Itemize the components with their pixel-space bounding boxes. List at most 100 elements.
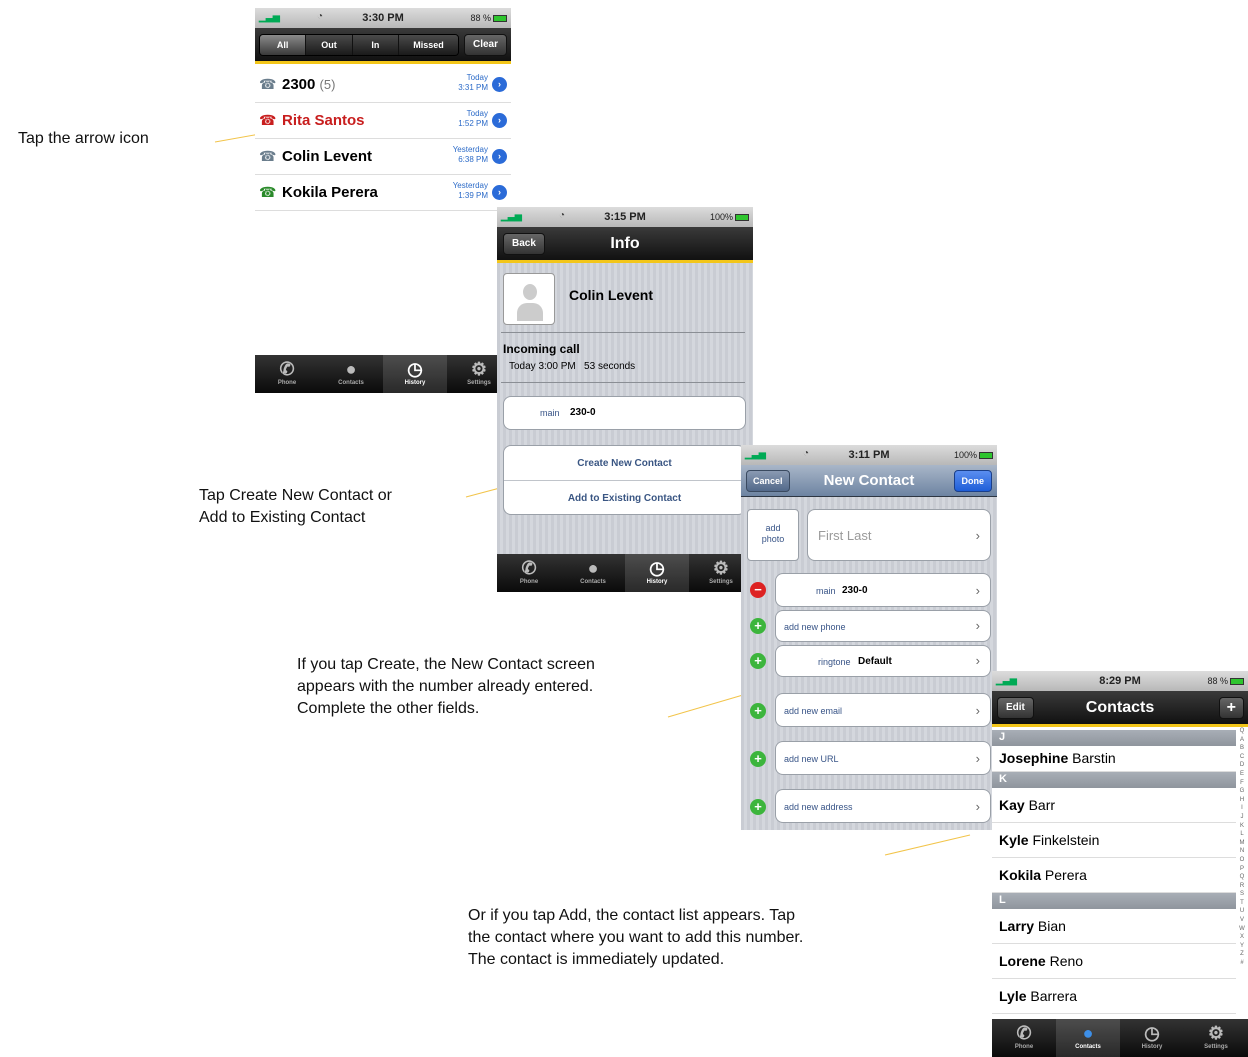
segment-missed[interactable]: Missed [399,35,458,55]
info-navbar: Back Info [497,227,753,263]
index-letter[interactable]: I [1237,804,1247,813]
call-time: Today 3:31 PM [458,73,488,93]
detail-arrow-icon[interactable]: › [492,113,507,128]
phone-icon: ✆ [521,558,537,578]
add-phone-icon[interactable]: + [750,618,766,634]
tab-contacts[interactable]: ● Contacts [319,355,383,393]
done-button[interactable]: Done [953,470,992,492]
alphabet-index[interactable]: Q A B C D E F G H I J K L M N O P Q R S T U V W X Y Z # [1237,727,1247,968]
phone-card[interactable]: main 230-0 [503,396,746,430]
tab-history[interactable]: ◷ History [383,355,447,393]
add-address-label: add new address [784,802,853,812]
index-letter[interactable]: Q [1237,873,1247,882]
add-email-icon[interactable]: + [750,703,766,719]
add-url-field[interactable]: add new URL › [775,741,991,775]
tab-history[interactable]: ◷ History [625,554,689,592]
index-letter[interactable]: R [1237,882,1247,891]
add-url-icon[interactable]: + [750,751,766,767]
segment-all[interactable]: All [260,35,307,55]
index-letter[interactable]: G [1237,787,1247,796]
add-address-field[interactable]: add new address › [775,789,991,823]
index-letter[interactable]: E [1237,770,1247,779]
index-letter[interactable]: # [1237,959,1247,968]
call-row[interactable]: ☎ Colin Levent Yesterday 6:38 PM › [255,139,511,175]
battery-icon [735,213,749,221]
gear-icon: ⚙ [1207,1023,1225,1043]
index-letter[interactable]: P [1237,865,1247,874]
contact-row[interactable]: Larry Bian [992,909,1236,944]
tab-phone[interactable]: ✆ Phone [255,355,319,393]
call-detail: Today 3:00 PM 53 seconds [509,361,636,372]
index-letter[interactable]: D [1237,761,1247,770]
ringtone-field[interactable]: ringtone Default › [775,645,991,677]
index-letter[interactable]: U [1237,907,1247,916]
call-clock: 3:31 PM [458,83,488,92]
clear-button[interactable]: Clear [463,34,507,56]
contact-first-name: Josephine [999,750,1069,766]
add-email-field[interactable]: add new email › [775,693,991,727]
add-phone-field[interactable]: add new phone › [775,610,991,642]
name-field[interactable]: First Last › [807,509,991,561]
index-letter[interactable]: C [1237,753,1247,762]
phone-field[interactable]: main 230-0 › [775,573,991,607]
index-letter[interactable]: A [1237,736,1247,745]
contact-row[interactable]: Kyle Finkelstein [992,823,1236,858]
contact-row[interactable]: Lorene Reno [992,944,1236,979]
index-letter[interactable]: S [1237,890,1247,899]
index-letter[interactable]: J [1237,813,1247,822]
create-new-contact-button[interactable]: Create New Contact [504,446,745,481]
battery-indicator: 100% [954,450,993,460]
call-count: (5) [319,77,336,92]
add-to-existing-contact-button[interactable]: Add to Existing Contact [504,481,745,516]
add-contact-button[interactable]: + [1218,697,1244,719]
index-letter[interactable]: H [1237,796,1247,805]
call-row[interactable]: ☎ 2300 (5) Today 3:31 PM › [255,67,511,103]
index-letter[interactable]: L [1237,830,1247,839]
contact-row[interactable]: Josephine Barstin [992,746,1236,772]
index-letter[interactable]: Y [1237,942,1247,951]
contact-row[interactable]: Lyle Barrera [992,979,1236,1014]
detail-arrow-icon[interactable]: › [492,77,507,92]
phone-value: 230-0 [842,585,868,596]
index-letter[interactable]: F [1237,779,1247,788]
index-letter[interactable]: K [1237,822,1247,831]
tab-settings[interactable]: ⚙ Settings [1184,1019,1248,1057]
clock-icon: ◷ [407,359,423,379]
index-letter[interactable]: O [1237,856,1247,865]
contact-row[interactable]: Kokila Perera [992,858,1236,893]
contacts-screen: ▁▃▅ 8:29 PM 88 % Edit Contacts + J Josep… [992,671,1248,1057]
index-letter[interactable]: V [1237,916,1247,925]
tab-phone[interactable]: ✆ Phone [497,554,561,592]
tab-history[interactable]: ◷ History [1120,1019,1184,1057]
index-letter[interactable]: T [1237,899,1247,908]
add-ringtone-icon[interactable]: + [750,653,766,669]
contact-last-name: Perera [1044,867,1087,883]
tab-phone[interactable]: ✆ Phone [992,1019,1056,1057]
index-letter[interactable]: Z [1237,950,1247,959]
segment-out[interactable]: Out [306,35,353,55]
detail-arrow-icon[interactable]: › [492,149,507,164]
delete-phone-icon[interactable]: − [750,582,766,598]
contact-first-name: Kyle [999,832,1029,848]
index-letter[interactable]: W [1237,925,1247,934]
contacts-navbar: Edit Contacts + [992,691,1248,727]
tab-label: Settings [1204,1044,1228,1050]
index-letter[interactable]: M [1237,839,1247,848]
tab-contacts[interactable]: ● Contacts [561,554,625,592]
add-photo-button[interactable]: add photo [747,509,799,561]
index-letter[interactable]: N [1237,847,1247,856]
call-row[interactable]: ☎ Rita Santos Today 1:52 PM › [255,103,511,139]
call-name: Colin Levent [282,148,373,165]
add-address-icon[interactable]: + [750,799,766,815]
contact-row[interactable]: Kay Barr [992,788,1236,823]
detail-arrow-icon[interactable]: › [492,185,507,200]
phone-icon: ✆ [279,359,295,379]
tab-contacts[interactable]: ● Contacts [1056,1019,1120,1057]
tab-label: History [1141,1044,1163,1050]
call-row[interactable]: ☎ Kokila Perera Yesterday 1:39 PM › [255,175,511,211]
index-letter[interactable]: B [1237,744,1247,753]
segment-in[interactable]: In [352,35,400,55]
phone-call-icon: ☎ [259,148,277,164]
index-letter[interactable]: Q [1237,727,1247,736]
index-letter[interactable]: X [1237,933,1247,942]
